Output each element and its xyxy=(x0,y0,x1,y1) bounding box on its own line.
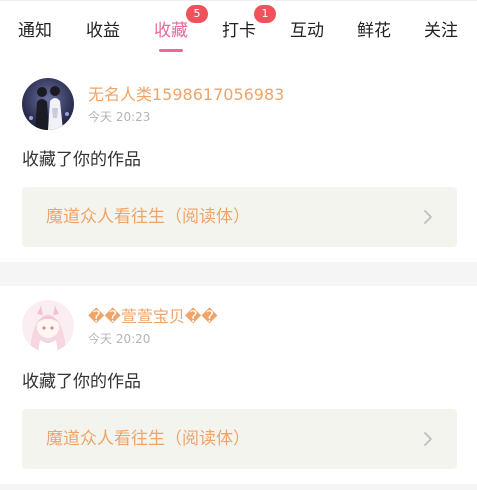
tab-label: 收藏 xyxy=(154,21,188,41)
notification-card: ��萱萱宝贝�� 今天 20:20 收藏了你的作品 魔道众人看往生（阅读体） xyxy=(0,286,477,484)
work-link-card[interactable]: 魔道众人看往生（阅读体） xyxy=(22,187,457,247)
work-link-card[interactable]: 魔道众人看往生（阅读体） xyxy=(22,409,457,469)
user-name-link[interactable]: 无名人类1598617056983 xyxy=(88,84,284,106)
notification-timestamp: 今天 20:20 xyxy=(88,332,151,346)
collections-notifications-screen: 通知 收益 收藏 5 打卡 1 互动 鲜花 关注 无名人类15986170569… xyxy=(0,0,477,490)
tab-flowers[interactable]: 鲜花 xyxy=(357,19,391,45)
tab-earnings[interactable]: 收益 xyxy=(86,19,120,45)
work-title: 魔道众人看往生（阅读体） xyxy=(46,207,250,227)
user-name-link[interactable]: ��萱萱宝贝�� xyxy=(88,306,218,328)
tab-following[interactable]: 关注 xyxy=(424,19,458,45)
chevron-right-icon xyxy=(421,209,435,225)
notification-tab-bar: 通知 收益 收藏 5 打卡 1 互动 鲜花 关注 xyxy=(0,0,477,56)
tab-label: 关注 xyxy=(424,21,458,41)
tab-check-in[interactable]: 打卡 1 xyxy=(222,5,276,45)
dark-artwork-avatar-icon[interactable] xyxy=(22,78,74,130)
tab-label: 通知 xyxy=(18,21,52,41)
notification-action-text: 收藏了你的作品 xyxy=(22,372,141,392)
work-title: 魔道众人看往生（阅读体） xyxy=(46,429,250,449)
check-in-count-badge: 1 xyxy=(254,5,276,23)
chevron-right-icon xyxy=(421,431,435,447)
card-divider xyxy=(0,262,477,286)
tab-label: 互动 xyxy=(290,21,324,41)
notification-action-text: 收藏了你的作品 xyxy=(22,150,141,170)
collections-count-badge: 5 xyxy=(186,5,208,23)
tab-collections[interactable]: 收藏 5 xyxy=(154,5,208,52)
tab-label: 打卡 xyxy=(222,21,256,41)
notification-card: 无名人类1598617056983 今天 20:23 收藏了你的作品 魔道众人看… xyxy=(0,64,477,262)
tab-label: 鲜花 xyxy=(357,21,391,41)
card-divider xyxy=(0,484,477,490)
tab-label: 收益 xyxy=(86,21,120,41)
notification-timestamp: 今天 20:23 xyxy=(88,110,151,124)
tab-interactions[interactable]: 互动 xyxy=(290,19,324,45)
active-tab-indicator xyxy=(159,49,183,52)
pink-anime-girl-avatar-icon[interactable] xyxy=(22,300,74,352)
tab-notifications[interactable]: 通知 xyxy=(18,19,52,45)
